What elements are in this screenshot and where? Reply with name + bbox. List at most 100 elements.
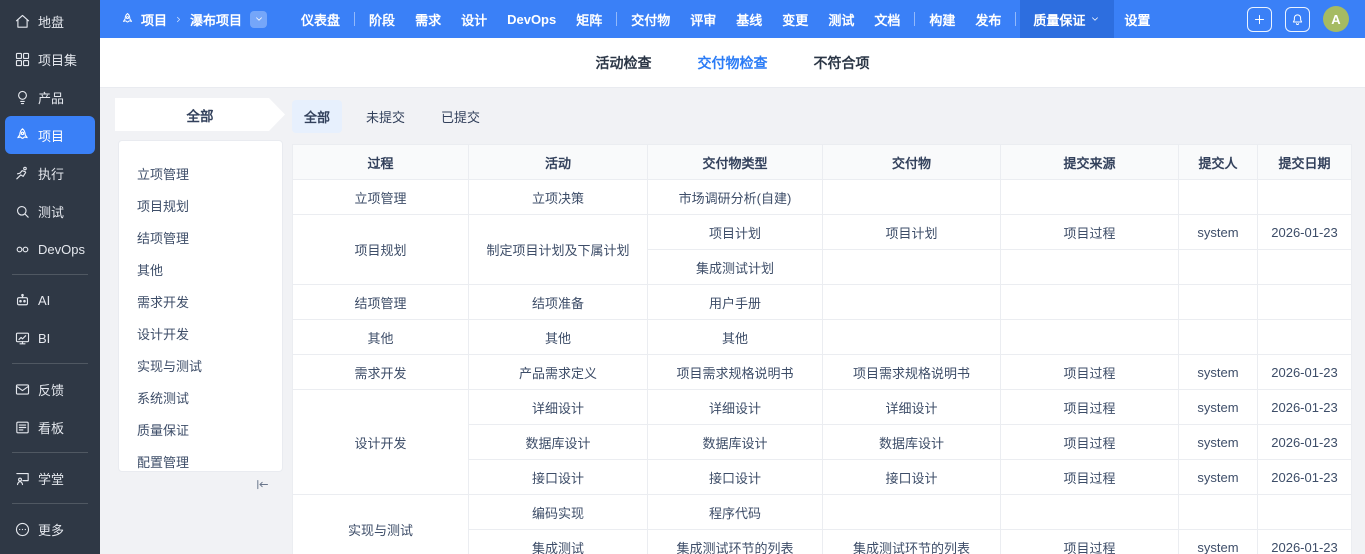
sidebar-divider: [12, 363, 88, 364]
sidebar-item-label: 看板: [38, 418, 64, 437]
nav-item-文档[interactable]: 文档: [864, 0, 910, 38]
process-item-质量保证[interactable]: 质量保证: [119, 413, 282, 445]
sidebar-item-项目[interactable]: 项目: [5, 116, 95, 154]
sidebar-item-地盘[interactable]: 地盘: [5, 2, 95, 40]
nav-item-label: 仪表盘: [301, 10, 340, 29]
process-item-结项管理[interactable]: 结项管理: [119, 221, 282, 253]
table-row: 实现与测试编码实现程序代码: [293, 495, 1352, 530]
sidebar-item-DevOps[interactable]: DevOps: [5, 230, 95, 268]
table-cell: system: [1179, 390, 1258, 425]
sidebar-item-看板[interactable]: 看板: [5, 408, 95, 446]
chevron-down-icon[interactable]: [250, 11, 267, 28]
project-name: 瀑布项目: [190, 10, 242, 29]
kanban-icon: [14, 419, 31, 436]
process-item-配置管理[interactable]: 配置管理: [119, 445, 282, 477]
user-avatar[interactable]: A: [1323, 6, 1349, 32]
process-item-需求开发[interactable]: 需求开发: [119, 285, 282, 317]
table-cell: 集成测试环节的列表: [648, 530, 823, 554]
nav-item-label: 矩阵: [576, 10, 602, 29]
process-list: 立项管理项目规划结项管理其他需求开发设计开发实现与测试系统测试质量保证配置管理: [119, 157, 282, 477]
nav-item-发布[interactable]: 发布: [965, 0, 1011, 38]
table-row: 立项管理立项决策市场调研分析(自建): [293, 180, 1352, 215]
sidebar-item-label: 反馈: [38, 380, 64, 399]
rocket-icon: [14, 127, 31, 144]
table-cell: [823, 285, 1001, 320]
rocket-icon: [120, 12, 135, 27]
table-cell: 设计开发: [293, 390, 469, 495]
sidebar-item-测试[interactable]: 测试: [5, 192, 95, 230]
notifications-button[interactable]: [1285, 7, 1310, 32]
filter-tab-未提交[interactable]: 未提交: [354, 100, 417, 133]
nav-item-基线[interactable]: 基线: [726, 0, 772, 38]
process-item-立项管理[interactable]: 立项管理: [119, 157, 282, 189]
table-cell: [1179, 180, 1258, 215]
table-cell: system: [1179, 355, 1258, 390]
table-cell: 需求开发: [293, 355, 469, 390]
navbar-divider: [354, 12, 355, 26]
tab-不符合项[interactable]: 不符合项: [814, 53, 870, 73]
process-item-系统测试[interactable]: 系统测试: [119, 381, 282, 413]
sidebar-item-反馈[interactable]: 反馈: [5, 370, 95, 408]
submit-filter-tabs: 全部未提交已提交: [292, 100, 492, 133]
table-cell: 集成测试环节的列表: [823, 530, 1001, 554]
table-cell: [1258, 285, 1352, 320]
table-row: 项目规划制定项目计划及下属计划项目计划项目计划项目过程system2026-01…: [293, 215, 1352, 250]
table-cell: 项目过程: [1001, 425, 1179, 460]
table-row: 设计开发详细设计详细设计详细设计项目过程system2026-01-23: [293, 390, 1352, 425]
column-header-提交日期: 提交日期: [1258, 145, 1352, 180]
project-switcher[interactable]: 项目 瀑布项目: [100, 10, 277, 29]
sidebar-item-更多[interactable]: 更多: [5, 510, 95, 548]
table-cell: system: [1179, 460, 1258, 495]
sidebar-item-产品[interactable]: 产品: [5, 78, 95, 116]
nav-item-评审[interactable]: 评审: [680, 0, 726, 38]
column-header-交付物类型: 交付物类型: [648, 145, 823, 180]
nav-item-阶段[interactable]: 阶段: [359, 0, 405, 38]
nav-item-仪表盘[interactable]: 仪表盘: [291, 0, 350, 38]
nav-item-质量保证[interactable]: 质量保证: [1020, 0, 1114, 38]
nav-item-设置[interactable]: 设置: [1114, 0, 1160, 38]
table-cell: [1001, 495, 1179, 530]
table-cell: 项目需求规格说明书: [648, 355, 823, 390]
process-item-项目规划[interactable]: 项目规划: [119, 189, 282, 221]
nav-item-构建[interactable]: 构建: [919, 0, 965, 38]
nav-item-DevOps[interactable]: DevOps: [497, 0, 566, 38]
process-breadcrumb[interactable]: 全部: [115, 98, 285, 131]
sidebar-item-AI[interactable]: AI: [5, 281, 95, 319]
nav-item-交付物[interactable]: 交付物: [621, 0, 680, 38]
sidebar-item-label: BI: [38, 331, 50, 346]
sidebar-item-label: 学堂: [38, 469, 64, 488]
grid-icon: [14, 51, 31, 68]
nav-item-测试[interactable]: 测试: [818, 0, 864, 38]
nav-item-矩阵[interactable]: 矩阵: [566, 0, 612, 38]
collapse-panel-icon[interactable]: [255, 477, 270, 492]
table-cell: 详细设计: [823, 390, 1001, 425]
table-cell: 详细设计: [469, 390, 648, 425]
more-icon: [14, 521, 31, 538]
sidebar-item-项目集[interactable]: 项目集: [5, 40, 95, 78]
nav-item-label: 阶段: [369, 10, 395, 29]
nav-item-变更[interactable]: 变更: [772, 0, 818, 38]
tab-活动检查[interactable]: 活动检查: [596, 53, 652, 73]
table-cell: 2026-01-23: [1258, 215, 1352, 250]
nav-item-label: 交付物: [631, 10, 670, 29]
add-button[interactable]: [1247, 7, 1272, 32]
process-item-实现与测试[interactable]: 实现与测试: [119, 349, 282, 381]
table-cell: 立项决策: [469, 180, 648, 215]
sidebar-item-执行[interactable]: 执行: [5, 154, 95, 192]
table-cell: 其他: [293, 320, 469, 355]
table-cell: 立项管理: [293, 180, 469, 215]
process-item-设计开发[interactable]: 设计开发: [119, 317, 282, 349]
filter-tab-全部[interactable]: 全部: [292, 100, 342, 133]
nav-item-需求[interactable]: 需求: [405, 0, 451, 38]
table-cell: [1179, 285, 1258, 320]
table-cell: 详细设计: [648, 390, 823, 425]
nav-item-设计[interactable]: 设计: [451, 0, 497, 38]
sidebar-item-BI[interactable]: BI: [5, 319, 95, 357]
process-list-panel: 立项管理项目规划结项管理其他需求开发设计开发实现与测试系统测试质量保证配置管理: [118, 140, 283, 472]
tab-交付物检查[interactable]: 交付物检查: [698, 53, 768, 73]
table-cell: system: [1179, 215, 1258, 250]
sidebar-item-学堂[interactable]: 学堂: [5, 459, 95, 497]
filter-tab-已提交[interactable]: 已提交: [429, 100, 492, 133]
table-row: 需求开发产品需求定义项目需求规格说明书项目需求规格说明书项目过程system20…: [293, 355, 1352, 390]
process-item-其他[interactable]: 其他: [119, 253, 282, 285]
